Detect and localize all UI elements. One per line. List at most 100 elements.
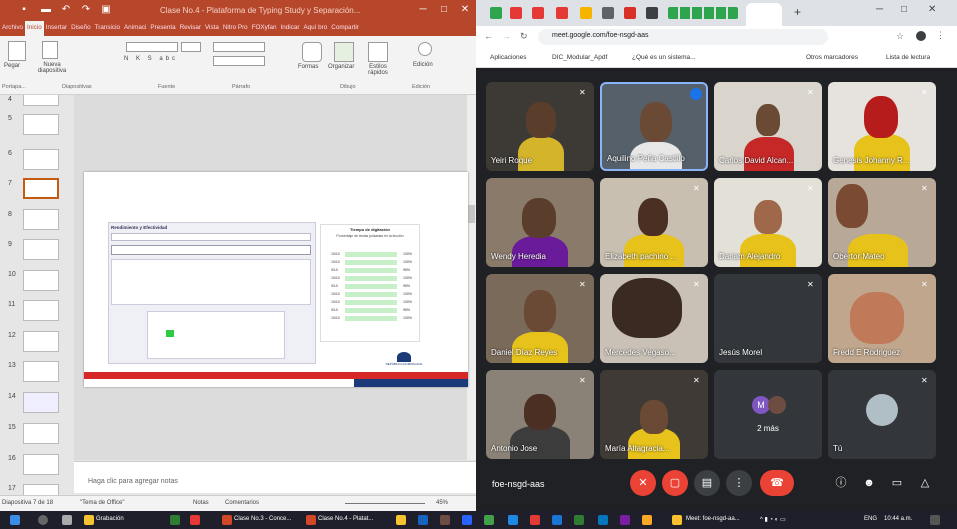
activities-icon[interactable]: △ [912,470,938,496]
slide-thumb[interactable] [23,331,59,352]
minimize-icon[interactable]: ─ [876,4,883,15]
maximize-icon[interactable]: □ [901,4,907,15]
tab-aqui[interactable]: Aquí bro [301,21,329,36]
app-icon[interactable] [170,515,180,525]
participant-tile[interactable]: ✕ Mercedes Vegaso... [600,274,708,363]
slide-thumb[interactable] [23,454,59,475]
back-icon[interactable]: ← [484,31,493,41]
quick-styles-icon[interactable] [368,42,388,62]
participant-tile-speaking[interactable]: Aquilino Peña Castillo [600,82,708,171]
app-icon[interactable] [440,515,450,525]
tab-revisar[interactable]: Revisar [178,21,203,36]
comments-button[interactable]: Comentarios [225,500,259,506]
chat-icon[interactable]: ▭ [884,470,910,496]
tab-foxyfan[interactable]: FOXyfan [250,21,279,36]
slide-thumb[interactable] [23,392,59,413]
app-icon[interactable] [508,515,518,525]
autosave-icon[interactable]: ▪ [18,4,30,15]
tab-vista[interactable]: Vista [203,21,221,36]
participant-tile[interactable]: ✕ Fredd E Rodriguez [828,274,936,363]
tab-diseno[interactable]: Diseño [69,21,93,36]
self-tile[interactable]: ✕ Tú [828,370,936,459]
shapes-label[interactable]: Formas [298,64,318,70]
redo-icon[interactable]: ↷ [80,4,92,15]
bookmark-reading-list[interactable]: Lista de lectura [886,54,930,61]
search-icon[interactable] [38,515,48,525]
participant-tile[interactable]: ✕ Yeiri Roque [486,82,594,171]
paragraph-buttons[interactable] [213,42,265,52]
vertical-scrollbar[interactable] [467,95,476,460]
tab-insertar[interactable]: Insertar [44,21,69,36]
slide-thumb[interactable] [23,95,59,106]
slide-thumb[interactable] [23,484,59,495]
youtube-tab-icon[interactable] [532,7,544,19]
start-icon[interactable] [10,515,20,525]
quick-styles-label[interactable]: Estilos rápidos [362,64,394,76]
slide-thumb[interactable] [23,114,59,135]
editing-label[interactable]: Edición [413,62,433,68]
app-icon[interactable] [530,515,540,525]
system-tray-icons[interactable]: ^ ▮ ◔ ◐ ▭ [760,516,786,523]
drive-tab-icon[interactable] [580,7,592,19]
new-slide-label[interactable]: Nueva diapositiva [32,62,72,74]
close-icon[interactable]: ✕ [928,4,936,15]
start-presentation-icon[interactable]: ▣ [100,4,112,15]
app-icon[interactable] [84,515,94,525]
clock[interactable]: 10:44 a.m. [884,516,912,522]
powerpoint-icon[interactable] [222,515,232,525]
slide-thumb[interactable] [23,300,59,321]
input-language[interactable]: ENG [864,516,877,522]
participant-tile[interactable]: ✕ Carlos David Alcan... [714,82,822,171]
bookmark-item[interactable]: ¿Qué es un sistema... [632,54,696,61]
minimize-icon[interactable]: ─ [416,3,430,17]
slide-thumb[interactable] [23,423,59,444]
participant-tile[interactable]: ✕ Elizabeth pachino ... [600,178,708,267]
save-icon[interactable]: ▬ [40,4,52,15]
address-bar[interactable]: meet.google.com/foe-nsgd-aas [538,29,828,45]
participant-tile[interactable]: ✕ Obertor Mateo [828,178,936,267]
participant-tile[interactable]: ✕ María Altagracia... [600,370,708,459]
app-icon[interactable] [552,515,562,525]
active-meet-tab[interactable] [746,3,782,26]
star-icon[interactable]: ☆ [896,31,904,42]
page-tab-icon[interactable] [602,7,614,19]
tab-archivo[interactable]: Archivo [0,21,25,36]
scroll-thumb[interactable] [468,205,475,223]
page-tab-icon[interactable] [624,7,636,19]
participant-tile[interactable]: ✕ Genesis Johanny R... [828,82,936,171]
app-icon[interactable] [190,515,200,525]
zoom-level[interactable]: 45% [436,500,448,506]
powerpoint-icon[interactable] [306,515,316,525]
participant-tile-camera-off[interactable]: ✕ Jesús Morel [714,274,822,363]
menu-icon[interactable]: ⋮ [936,30,945,41]
participant-tile[interactable]: ✕ Daniel Díaz Reyes [486,274,594,363]
maximize-icon[interactable]: □ [437,3,451,17]
font-format-buttons[interactable]: N K S abc [124,56,178,62]
search-icon[interactable] [418,42,432,56]
font-size-select[interactable] [181,42,201,52]
app-icon[interactable] [462,515,472,525]
app-icon[interactable] [418,515,428,525]
page-tab-icon[interactable] [646,7,658,19]
app-icon[interactable] [598,515,608,525]
new-slide-icon[interactable] [42,41,58,59]
participant-tile[interactable]: Wendy Heredia [486,178,594,267]
tab-animaciones[interactable]: Animaci [122,21,148,36]
current-slide[interactable]: Rendimiento y Efectividad Tiempo de digi… [84,172,468,387]
taskbar-item[interactable]: Clase No.3 - Conce... [234,516,291,522]
youtube-tab-icon[interactable] [510,7,522,19]
reload-icon[interactable]: ↻ [520,31,528,42]
slide-thumb[interactable] [23,209,59,230]
app-icon[interactable] [642,515,652,525]
slide-thumb[interactable] [23,361,59,382]
undo-icon[interactable]: ↶ [60,4,72,15]
people-icon[interactable]: ☻ [856,470,882,496]
notes-pane[interactable]: Haga clic para agregar notas [74,461,476,493]
new-tab-icon[interactable]: + [794,5,801,19]
participant-tile[interactable]: ✕ Antonio Jose [486,370,594,459]
zoom-slider[interactable] [345,503,425,504]
task-view-icon[interactable] [62,515,72,525]
font-name-select[interactable] [126,42,178,52]
notifications-icon[interactable] [930,515,940,525]
tab-presentacion[interactable]: Presenta [148,21,177,36]
